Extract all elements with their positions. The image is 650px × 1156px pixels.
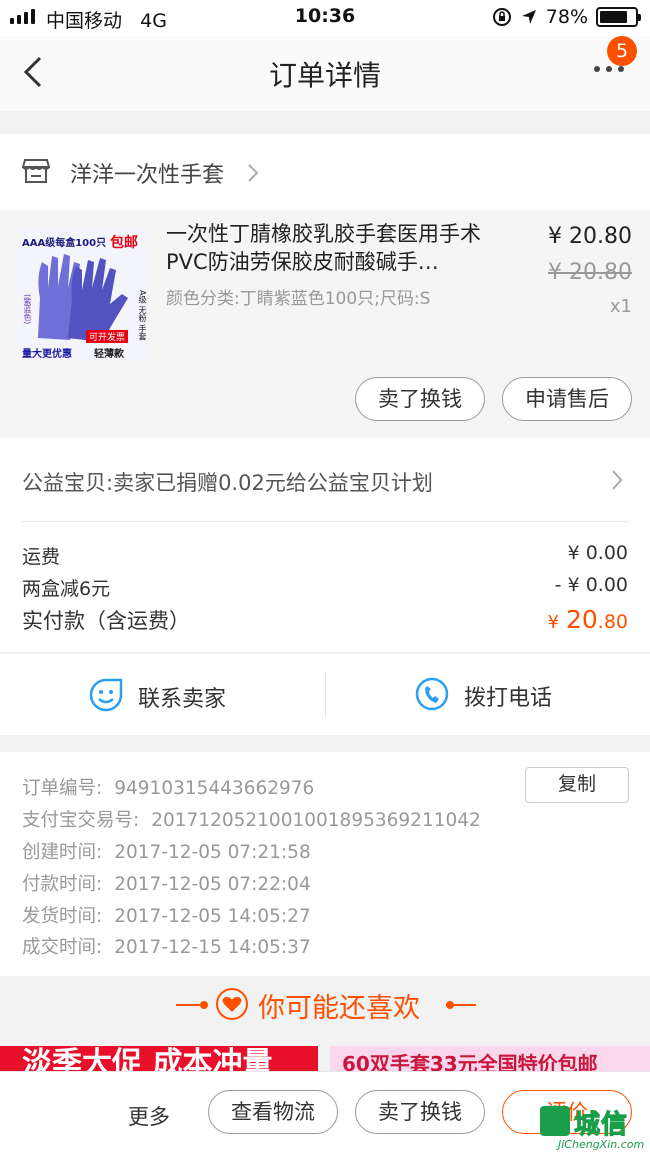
product-quantity: x1 [609, 296, 632, 317]
thumb-text-invoice: 可开发票 [86, 330, 129, 343]
watermark-text: 城信 [573, 1110, 629, 1141]
product-item[interactable]: AAA级每盒100只 包邮 (紫蓝色) A级 无粉 手套 可开发票 量大更优惠 … [0, 210, 650, 438]
paid-label: 实付款（含运费） [22, 609, 190, 633]
paid-currency: ¥ [547, 612, 559, 633]
shop-row[interactable]: 洋洋一次性手套 [0, 134, 650, 210]
paid-decimal: .80 [597, 611, 628, 633]
created-row: 创建时间: 2017-12-05 07:21:58 [22, 838, 311, 864]
contact-bar: 联系卖家 拨打电话 [0, 653, 650, 735]
discount-value: - ¥ 0.00 [554, 574, 628, 596]
shipping-row: 运费 ¥ 0.00 [22, 542, 628, 569]
battery-percent: 78% [545, 6, 588, 28]
shipping-value: ¥ 0.00 [567, 542, 628, 564]
order-number-value: 94910315443662976 [114, 778, 315, 799]
order-info: 订单编号: 94910315443662976 复制 支付宝交易号: 2017120… [0, 752, 650, 976]
status-bar: 中国移动 4G 10:36 78% [0, 0, 650, 36]
thumb-text-promo: 量大更优惠 [22, 349, 72, 360]
product-original-price: ¥ 20.80 [548, 260, 632, 285]
after-sale-button[interactable]: 申请售后 [502, 377, 632, 421]
thumb-text-thin: 轻薄款 [94, 349, 124, 360]
paid-integer: 20 [565, 605, 598, 634]
product-spec: 颜色分类:丁睛紫蓝色100只;尺码:S [166, 289, 431, 309]
alipay-row: 支付宝交易号: 2017120521001001895369211042 [22, 806, 481, 832]
paid-time-row: 付款时间: 2017-12-05 07:22:04 [22, 870, 311, 896]
shipping-label: 运费 [22, 546, 61, 568]
order-number-row: 订单编号: 94910315443662976 [22, 774, 314, 800]
created-label: 创建时间: [22, 842, 103, 863]
alipay-value: 2017120521001001895369211042 [151, 810, 481, 831]
copy-button[interactable]: 复制 [525, 767, 629, 803]
product-thumbnail[interactable]: AAA级每盒100只 包邮 (紫蓝色) A级 无粉 手套 可开发票 量大更优惠 … [18, 228, 148, 360]
paid-value: ¥ 20.80 [548, 605, 628, 634]
completed-label: 成交时间: [22, 937, 103, 958]
paid-time-value: 2017-12-05 07:22:04 [114, 874, 311, 895]
page-title: 订单详情 [268, 59, 381, 92]
fee-summary: 运费 ¥ 0.00 两盒减6元 - ¥ 0.00 实付款（含运费） ¥ 20.8… [0, 522, 650, 652]
shipped-label: 发货时间: [22, 906, 103, 927]
status-right: 78% [492, 6, 641, 28]
charity-text: 公益宝贝:卖家已捐赠0.02元给公益宝贝计划 [22, 471, 433, 495]
call-phone-label: 拨打电话 [464, 686, 553, 711]
chevron-right-icon [612, 470, 623, 490]
created-value: 2017-12-05 07:21:58 [114, 842, 311, 863]
completed-value: 2017-12-15 14:05:37 [114, 937, 311, 958]
call-phone-button[interactable]: 拨打电话 [325, 672, 650, 718]
watermark-logo: 城信 JiChengXin.com [540, 1100, 648, 1154]
sell-button[interactable]: 卖了换钱 [355, 377, 485, 421]
chevron-right-icon [248, 164, 259, 182]
discount-row: 两盒减6元 - ¥ 0.00 [22, 574, 628, 601]
contact-seller-button[interactable]: 联系卖家 [0, 654, 325, 736]
view-logistics-button[interactable]: 查看物流 [208, 1090, 338, 1134]
completed-row: 成交时间: 2017-12-15 14:05:37 [22, 933, 311, 959]
phone-icon [415, 677, 449, 711]
location-icon [521, 10, 536, 24]
divider-dot [200, 1001, 208, 1009]
shipped-row: 发货时间: 2017-12-05 14:05:27 [22, 902, 311, 928]
thumb-text-color: (紫蓝色) [23, 294, 32, 325]
battery-icon [596, 7, 641, 27]
product-price: ¥ 20.80 [548, 224, 632, 249]
recommend-label: 你可能还喜欢 [258, 993, 420, 1024]
charity-row[interactable]: 公益宝贝:卖家已捐赠0.02元给公益宝贝计划 [0, 438, 650, 522]
thumb-text-free-shipping: 包邮 [110, 235, 138, 251]
nav-bar: 订单详情 5 [0, 36, 650, 111]
more-link[interactable]: 更多 [128, 1101, 170, 1131]
alipay-label: 支付宝交易号: [22, 810, 140, 831]
rotation-lock-icon [492, 8, 511, 26]
watermark-url: JiChengXin.com [558, 1138, 645, 1151]
shipped-value: 2017-12-05 14:05:27 [114, 906, 311, 927]
store-icon [22, 159, 50, 183]
chat-face-icon [89, 678, 123, 712]
discount-label: 两盒减6元 [22, 578, 111, 600]
heart-icon [216, 988, 248, 1020]
thumb-text-grade: AAA级每盒100只 [22, 238, 107, 249]
recommend-header: 你可能还喜欢 [0, 976, 650, 1046]
shop-name: 洋洋一次性手套 [70, 163, 225, 188]
paid-row: 实付款（含运费） ¥ 20.80 [22, 605, 628, 635]
contact-seller-label: 联系卖家 [138, 687, 227, 712]
paid-time-label: 付款时间: [22, 874, 103, 895]
order-number-label: 订单编号: [22, 778, 103, 799]
divider [446, 1004, 476, 1006]
thumb-text-side: A级 无粉 手套 [138, 290, 147, 341]
more-dots-icon[interactable] [594, 66, 624, 72]
sell-button-bottom[interactable]: 卖了换钱 [355, 1090, 485, 1134]
notification-badge: 5 [607, 36, 637, 66]
product-title[interactable]: 一次性丁腈橡胶乳胶手套医用手术PVC防油劳保胶皮耐酸碱手… [166, 220, 496, 276]
